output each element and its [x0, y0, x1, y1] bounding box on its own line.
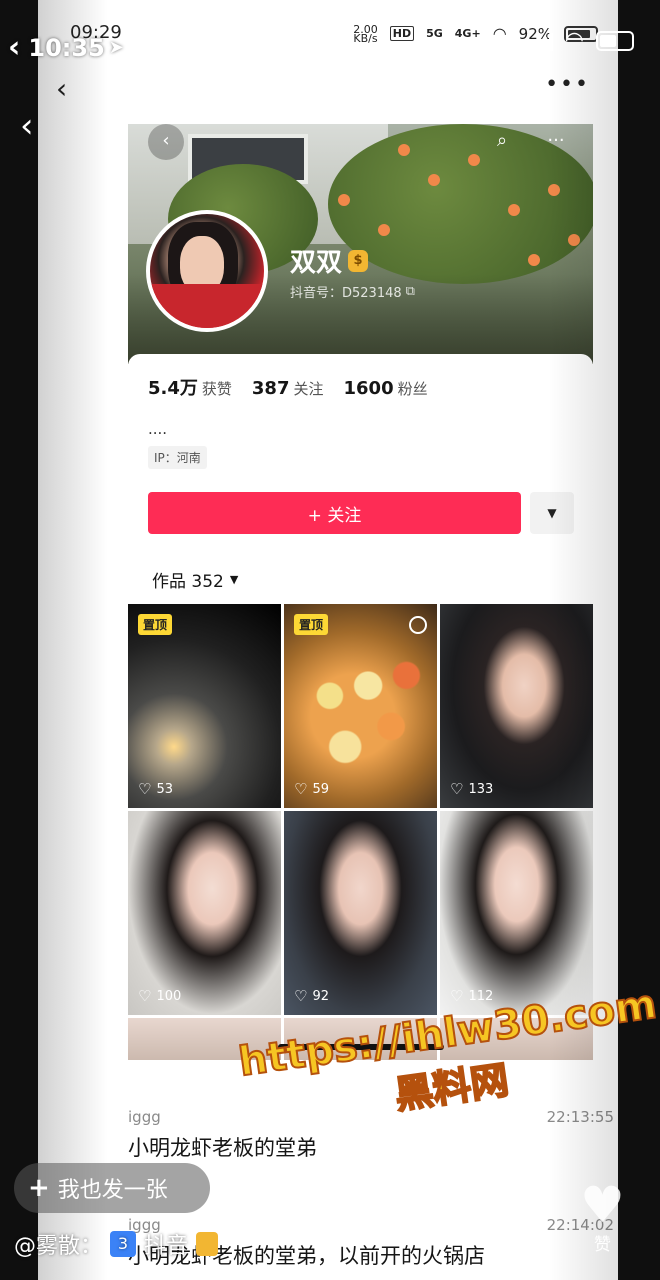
post-too-button[interactable]: + 我也发一张: [14, 1163, 210, 1213]
money-bag-icon: $: [348, 249, 369, 272]
wifi-icon: ◠: [492, 24, 507, 43]
dropdown-triangle-icon[interactable]: ▼: [530, 492, 574, 534]
video-tile[interactable]: 置顶 ♡ 59: [284, 604, 437, 808]
comment-text: 小明龙虾老板的堂弟: [128, 1136, 317, 1160]
heart-icon: ♡: [294, 987, 308, 1005]
5g-signal: 5G: [426, 27, 443, 40]
stat-likes[interactable]: 5.4万 获赞: [148, 374, 232, 400]
page-back-icon[interactable]: ‹: [20, 106, 34, 146]
cover-more-icon[interactable]: ···: [538, 124, 574, 160]
stat-following[interactable]: 387 关注: [252, 378, 324, 399]
back-chevron-icon[interactable]: ‹: [56, 72, 67, 105]
heart-icon: ♡: [138, 987, 152, 1005]
author-tag: @雾散： 3 抖音: [14, 1228, 219, 1260]
ip-location: IP：河南: [148, 446, 207, 469]
heart-icon: ♡: [294, 780, 308, 798]
like-button[interactable]: ♥ 赞: [580, 1180, 625, 1255]
cell-signal-icon: [530, 31, 553, 51]
bio: ....: [148, 420, 168, 438]
heart-icon: ♡: [450, 780, 464, 798]
video-tile[interactable]: ♡ 112: [440, 811, 593, 1015]
stats-row: 5.4万 获赞 387 关注 1600 粉丝: [148, 374, 428, 400]
comment-time: 22:13:55: [546, 1108, 614, 1126]
profile-info: 5.4万 获赞 387 关注 1600 粉丝 .... IP：河南 + 关注 ▼ 作品…: [128, 354, 593, 604]
copy-icon[interactable]: ⧉: [406, 284, 415, 299]
outer-status-time: ‹ 10:35 ➤: [8, 30, 124, 65]
outer-back-chevron-icon[interactable]: ‹: [8, 30, 20, 65]
follow-button[interactable]: + 关注: [148, 492, 521, 534]
pinned-badge: 置顶: [294, 614, 329, 635]
profile-cover: ‹ ⌕ ··· 双双 $ 抖音号：D523148 ⧉: [128, 124, 593, 364]
stat-followers[interactable]: 1600 粉丝: [344, 378, 428, 399]
live-photo-icon: [409, 616, 427, 634]
heart-icon: ♡: [138, 780, 152, 798]
works-tab[interactable]: 作品 352 ▼: [152, 567, 238, 592]
cover-back-icon[interactable]: ‹: [148, 124, 184, 160]
more-options-icon[interactable]: •••: [545, 72, 590, 97]
hd-badge: HD: [389, 26, 415, 41]
works-grid: 置顶 ♡ 53 置顶 ♡ 59 ♡ 133 ♡ 100 ♡ 92 ♡ 112: [128, 604, 593, 1060]
outer-status-icons: ◠: [530, 28, 634, 53]
profile-card: ‹ ⌕ ··· 双双 $ 抖音号：D523148 ⧉ 5.4万 获赞 387 关注 …: [128, 124, 593, 1060]
douyin-id: 抖音号：D523148 ⧉: [290, 284, 415, 301]
pinned-badge: 置顶: [138, 614, 173, 635]
caret-down-icon: ▼: [229, 573, 239, 586]
search-icon[interactable]: ⌕: [484, 124, 520, 160]
sticker-icon: [196, 1232, 219, 1256]
4g-signal: 4G+: [454, 27, 481, 40]
nickname: 双双 $: [290, 242, 369, 279]
video-tile[interactable]: ♡ 92: [284, 811, 437, 1015]
net-speed: 2.00 KB/s: [353, 22, 378, 45]
video-tile[interactable]: 置顶 ♡ 53: [128, 604, 281, 808]
avatar[interactable]: [146, 210, 268, 332]
navigation-arrow-icon: ➤: [108, 37, 124, 58]
top-nav: ‹ •••: [38, 70, 618, 110]
heart-icon: ♥: [580, 1176, 625, 1234]
wifi-icon: ◠: [564, 28, 584, 53]
plus-icon: +: [28, 1173, 50, 1203]
video-tile[interactable]: ♡ 133: [440, 604, 593, 808]
battery-icon: [596, 30, 634, 51]
video-tile[interactable]: ♡ 100: [128, 811, 281, 1015]
heart-icon: ♡: [450, 987, 464, 1005]
